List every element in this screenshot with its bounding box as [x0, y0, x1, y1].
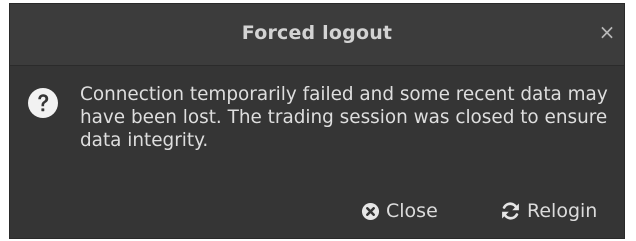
times-circle-icon	[361, 202, 380, 220]
close-icon[interactable]: ×	[597, 22, 617, 42]
close-button[interactable]: Close	[361, 197, 438, 225]
question-circle-icon	[28, 88, 58, 118]
relogin-button-label: Relogin	[527, 200, 598, 222]
close-button-label: Close	[386, 200, 438, 222]
relogin-button[interactable]: Relogin	[500, 197, 597, 225]
forced-logout-dialog: Forced logout × Connection temporarily f…	[9, 3, 625, 239]
dialog-message: Connection temporarily failed and some r…	[80, 84, 608, 151]
dialog-titlebar: Forced logout ×	[10, 4, 624, 66]
dialog-title: Forced logout	[241, 22, 393, 44]
refresh-icon	[502, 202, 519, 220]
